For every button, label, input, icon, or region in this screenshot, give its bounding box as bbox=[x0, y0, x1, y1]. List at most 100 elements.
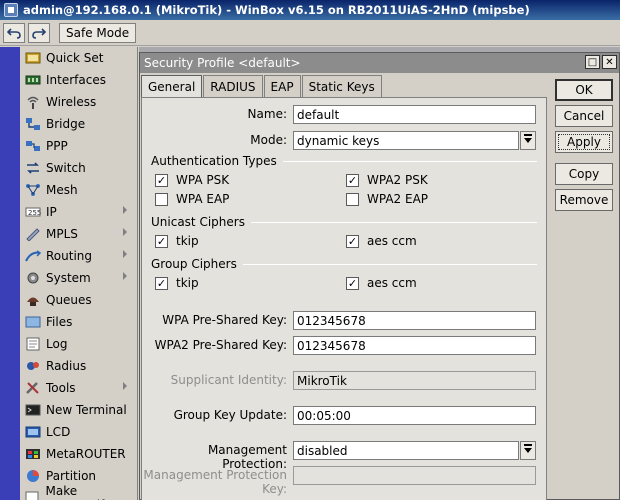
checkbox-checked[interactable]: ✓ bbox=[346, 234, 359, 248]
ok-button[interactable]: OK bbox=[555, 79, 613, 101]
wpa2-psk-key-field[interactable]: 012345678 bbox=[293, 336, 536, 355]
apply-button[interactable]: Apply bbox=[555, 131, 613, 153]
sidebar-item-label: Make Supout.rif bbox=[45, 484, 105, 500]
checkbox-label: WPA PSK bbox=[176, 173, 230, 187]
checkbox-unchecked[interactable] bbox=[346, 192, 359, 206]
sidebar-item-quick-set[interactable]: Quick Set bbox=[20, 47, 137, 69]
lcd-icon bbox=[24, 425, 41, 440]
sidebar-item-radius[interactable]: Radius bbox=[20, 355, 137, 377]
ppp-icon bbox=[24, 139, 41, 154]
checkbox-checked[interactable]: ✓ bbox=[155, 173, 168, 187]
sidebar-item-switch[interactable]: Switch bbox=[20, 157, 137, 179]
title-bar: admin@192.168.0.1 (MikroTik) - WinBox v6… bbox=[0, 0, 620, 20]
name-field[interactable]: default bbox=[293, 105, 536, 124]
sidebar-item-new-terminal[interactable]: New Terminal bbox=[20, 399, 137, 421]
sidebar-item-ip[interactable]: 255 IP bbox=[20, 201, 137, 223]
tab-eap[interactable]: EAP bbox=[263, 75, 301, 97]
wpa-psk-key-field[interactable]: 012345678 bbox=[293, 311, 536, 330]
checkbox-checked[interactable]: ✓ bbox=[155, 234, 168, 248]
sidebar-item-system[interactable]: System bbox=[20, 267, 137, 289]
management-protection-dropdown-button[interactable] bbox=[520, 441, 536, 460]
sidebar-item-label: Bridge bbox=[46, 117, 86, 131]
cancel-button[interactable]: Cancel bbox=[555, 105, 613, 127]
tab-radius[interactable]: RADIUS bbox=[203, 75, 263, 97]
checkbox-unchecked[interactable] bbox=[155, 192, 168, 206]
unicast-aes-ccm-checkbox[interactable]: ✓ aes ccm bbox=[346, 233, 417, 249]
redo-button[interactable] bbox=[28, 22, 50, 43]
sidebar-item-lcd[interactable]: LCD bbox=[20, 421, 137, 443]
checkbox-checked[interactable]: ✓ bbox=[346, 276, 359, 290]
management-protection-select[interactable]: disabled bbox=[293, 441, 519, 460]
sidebar-item-queues[interactable]: Queues bbox=[20, 289, 137, 311]
mpls-icon bbox=[24, 227, 41, 242]
checkbox-label: aes ccm bbox=[367, 276, 417, 290]
sidebar-item-label: System bbox=[46, 271, 91, 285]
copy-button[interactable]: Copy bbox=[555, 163, 613, 185]
wpa2-psk-checkbox[interactable]: ✓ WPA2 PSK bbox=[346, 172, 428, 188]
dialog-title-bar[interactable]: Security Profile <default> □ ✕ bbox=[140, 53, 619, 73]
mode-label: Mode: bbox=[250, 133, 287, 147]
submenu-arrow-icon bbox=[123, 228, 127, 236]
sidebar-item-interfaces[interactable]: Interfaces bbox=[20, 69, 137, 91]
winbox-app-icon bbox=[4, 3, 18, 17]
close-button[interactable]: ✕ bbox=[602, 55, 617, 69]
wpa2-eap-checkbox[interactable]: WPA2 EAP bbox=[346, 191, 428, 207]
general-tab-panel: Name: default Mode: dynamic keys Authent… bbox=[141, 97, 547, 500]
mesh-icon bbox=[24, 183, 41, 198]
wpa-psk-checkbox[interactable]: ✓ WPA PSK bbox=[155, 172, 229, 188]
sidebar-item-mpls[interactable]: MPLS bbox=[20, 223, 137, 245]
supplicant-identity-field: MikroTik bbox=[293, 371, 536, 390]
section-divider bbox=[282, 160, 537, 162]
tab-general[interactable]: General bbox=[141, 75, 203, 98]
sidebar-item-label: Radius bbox=[46, 359, 87, 373]
group-aes-ccm-checkbox[interactable]: ✓ aes ccm bbox=[346, 275, 417, 291]
sidebar-item-make-supout[interactable]: Make Supout.rif bbox=[20, 484, 137, 500]
ip-icon: 255 bbox=[24, 205, 41, 220]
tab-static-keys[interactable]: Static Keys bbox=[301, 75, 382, 97]
sidebar-item-label: Interfaces bbox=[46, 73, 106, 87]
group-tkip-checkbox[interactable]: ✓ tkip bbox=[155, 275, 199, 291]
wpa-eap-checkbox[interactable]: WPA EAP bbox=[155, 191, 229, 207]
submenu-arrow-icon bbox=[123, 206, 127, 214]
section-title: Authentication Types bbox=[151, 154, 277, 168]
checkbox-label: tkip bbox=[176, 234, 199, 248]
group-ciphers-section: Group Ciphers bbox=[151, 257, 537, 271]
sidebar-item-label: New Terminal bbox=[46, 403, 127, 417]
group-key-update-field[interactable]: 00:05:00 bbox=[293, 406, 536, 425]
tab-bar: General RADIUS EAP Static Keys bbox=[140, 75, 382, 98]
mode-dropdown-button[interactable] bbox=[520, 131, 536, 150]
toolbar: Safe Mode bbox=[0, 20, 620, 46]
auth-types-section: Authentication Types bbox=[151, 154, 537, 168]
mode-select[interactable]: dynamic keys bbox=[293, 131, 519, 150]
sidebar-item-wireless[interactable]: Wireless bbox=[20, 91, 137, 113]
sidebar-item-files[interactable]: Files bbox=[20, 311, 137, 333]
sidebar-item-label: Wireless bbox=[46, 95, 97, 109]
wpa-psk-key-label: WPA Pre-Shared Key: bbox=[162, 313, 287, 327]
sidebar-item-bridge[interactable]: Bridge bbox=[20, 113, 137, 135]
sidebar-item-log[interactable]: Log bbox=[20, 333, 137, 355]
sidebar-menu: Quick Set Interfaces Wireless Bridge PPP… bbox=[20, 47, 138, 500]
sidebar-item-tools[interactable]: Tools bbox=[20, 377, 137, 399]
remove-button[interactable]: Remove bbox=[555, 189, 613, 211]
sidebar-item-label: Routing bbox=[46, 249, 93, 263]
checkbox-checked[interactable]: ✓ bbox=[346, 173, 359, 187]
checkbox-label: WPA2 EAP bbox=[367, 192, 429, 206]
safe-mode-button[interactable]: Safe Mode bbox=[59, 22, 137, 43]
sidebar-item-mesh[interactable]: Mesh bbox=[20, 179, 137, 201]
interfaces-icon bbox=[24, 73, 41, 88]
bridge-icon bbox=[24, 117, 41, 132]
sidebar-item-label: MetaROUTER bbox=[46, 447, 126, 461]
wpa2-psk-key-label: WPA2 Pre-Shared Key: bbox=[154, 338, 287, 352]
queues-icon bbox=[24, 293, 41, 308]
section-divider bbox=[250, 221, 537, 223]
name-label: Name: bbox=[247, 107, 287, 121]
sidebar-item-routing[interactable]: Routing bbox=[20, 245, 137, 267]
checkbox-label: tkip bbox=[176, 276, 199, 290]
checkbox-label: aes ccm bbox=[367, 234, 417, 248]
sidebar-item-ppp[interactable]: PPP bbox=[20, 135, 137, 157]
unicast-tkip-checkbox[interactable]: ✓ tkip bbox=[155, 233, 199, 249]
checkbox-checked[interactable]: ✓ bbox=[155, 276, 168, 290]
undo-button[interactable] bbox=[3, 22, 25, 43]
sidebar-item-metarouter[interactable]: MetaROUTER bbox=[20, 443, 137, 465]
maximize-button[interactable]: □ bbox=[585, 55, 600, 69]
